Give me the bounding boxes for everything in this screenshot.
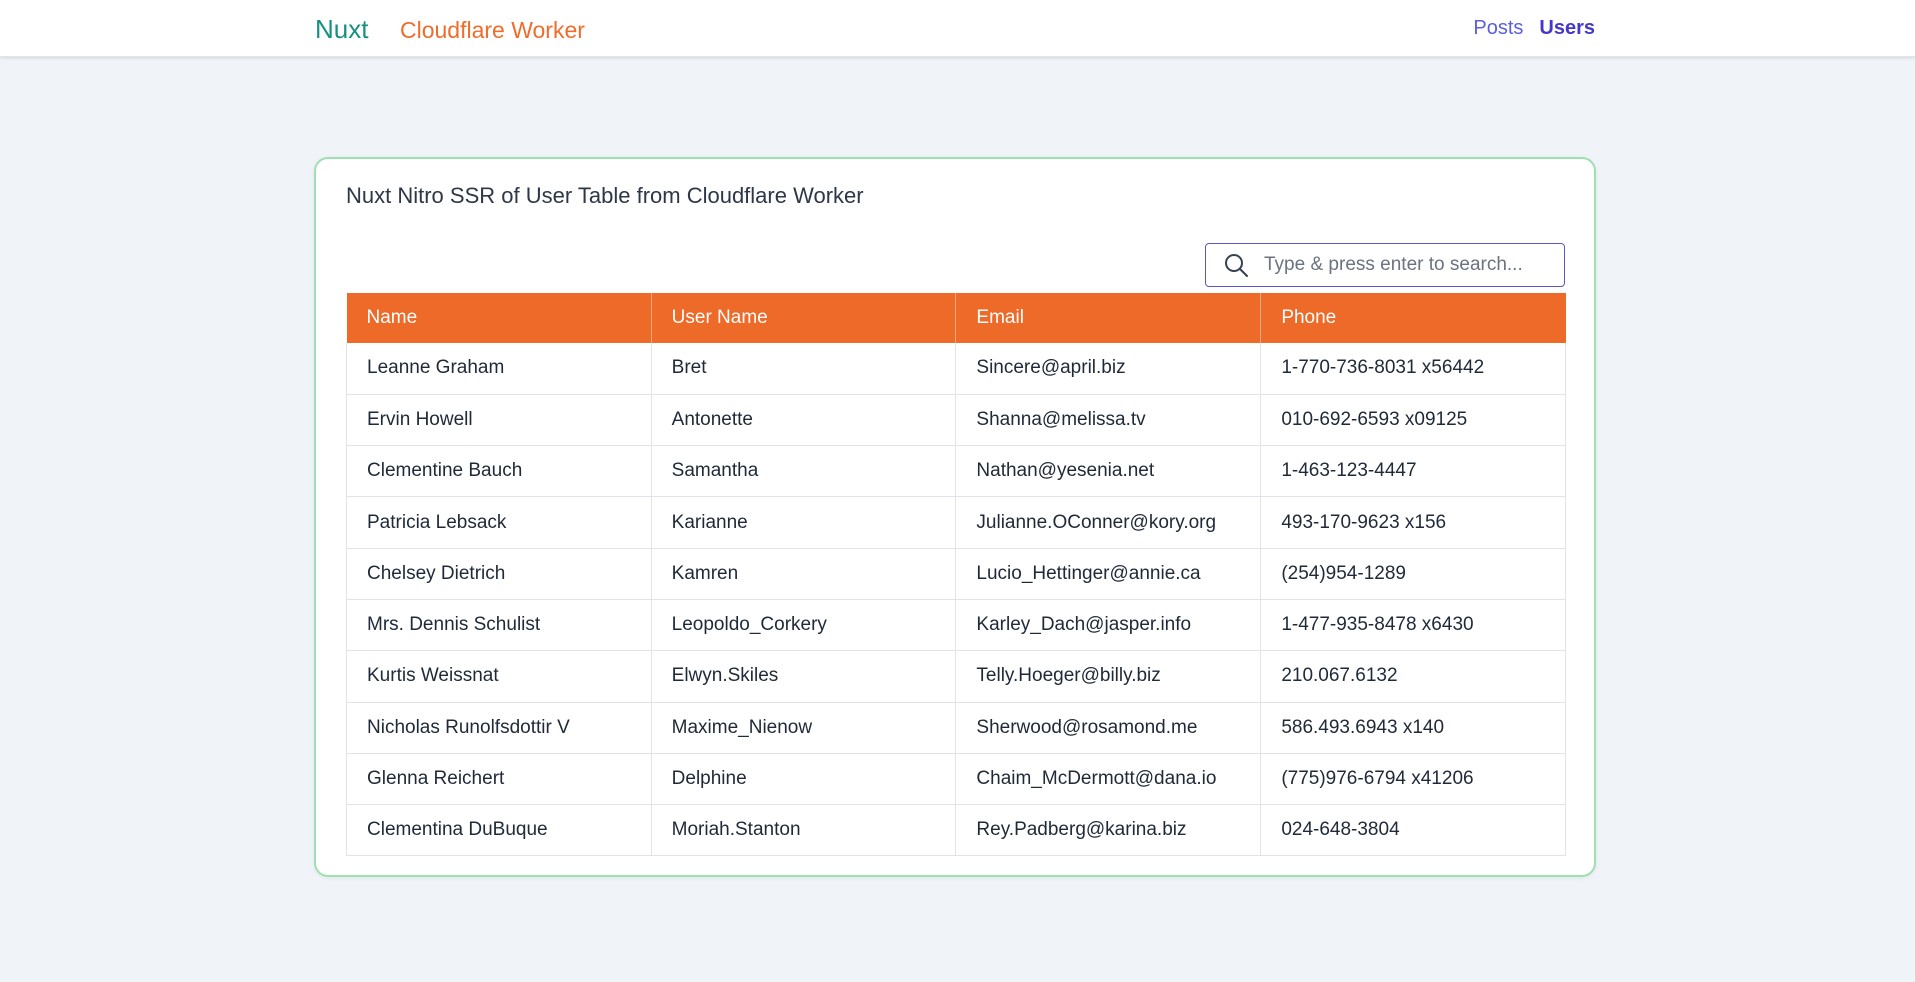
cell-name: Kurtis Weissnat [346, 650, 652, 703]
table-body: Leanne Graham Bret Sincere@april.biz 1-7… [346, 343, 1566, 857]
nuxt-brand-link[interactable]: Nuxt [315, 14, 368, 45]
column-header-name[interactable]: Name [346, 293, 652, 343]
cell-phone: 010-692-6593 x09125 [1260, 394, 1566, 447]
table-row[interactable]: Patricia Lebsack Karianne Julianne.OConn… [346, 496, 1566, 549]
table-row[interactable]: Leanne Graham Bret Sincere@april.biz 1-7… [346, 343, 1566, 395]
cell-username: Maxime_Nienow [651, 702, 957, 754]
cell-username: Moriah.Stanton [651, 804, 957, 857]
cell-phone: (254)954-1289 [1260, 548, 1566, 600]
search-input[interactable] [1262, 253, 1556, 277]
table-row[interactable]: Ervin Howell Antonette Shanna@melissa.tv… [346, 394, 1566, 447]
table-row[interactable]: Chelsey Dietrich Kamren Lucio_Hettinger@… [346, 548, 1566, 600]
cell-username: Samantha [651, 445, 957, 498]
cell-name: Ervin Howell [346, 394, 652, 447]
cell-username: Karianne [651, 496, 957, 549]
cell-phone: 586.493.6943 x140 [1260, 702, 1566, 754]
cell-phone: 024-648-3804 [1260, 804, 1566, 857]
cell-phone: 1-477-935-8478 x6430 [1260, 599, 1566, 652]
users-table: Name User Name Email Phone Leanne Graham… [346, 293, 1566, 857]
cell-username: Kamren [651, 548, 957, 600]
cell-email: Chaim_McDermott@dana.io [955, 753, 1262, 806]
cell-email: Lucio_Hettinger@annie.ca [955, 548, 1262, 600]
cell-username: Antonette [651, 394, 957, 447]
table-row[interactable]: Mrs. Dennis Schulist Leopoldo_Corkery Ka… [346, 599, 1566, 652]
nav-link-posts[interactable]: Posts [1473, 17, 1523, 40]
cell-name: Mrs. Dennis Schulist [346, 599, 652, 652]
cell-name: Glenna Reichert [346, 753, 652, 806]
column-header-email[interactable]: Email [955, 293, 1262, 343]
cell-username: Leopoldo_Corkery [651, 599, 957, 652]
top-navbar: Nuxt Cloudflare Worker Posts Users [0, 0, 1915, 57]
cell-name: Nicholas Runolfsdottir V [346, 702, 652, 754]
cell-email: Rey.Padberg@karina.biz [955, 804, 1262, 857]
users-card: Nuxt Nitro SSR of User Table from Cloudf… [314, 157, 1596, 877]
nav-links: Posts Users [1473, 17, 1595, 40]
cell-phone: (775)976-6794 x41206 [1260, 753, 1566, 806]
column-header-username[interactable]: User Name [651, 293, 957, 343]
cell-phone: 1-463-123-4447 [1260, 445, 1566, 498]
table-row[interactable]: Clementina DuBuque Moriah.Stanton Rey.Pa… [346, 804, 1566, 857]
page-title: Nuxt Nitro SSR of User Table from Cloudf… [346, 183, 864, 208]
table-row[interactable]: Kurtis Weissnat Elwyn.Skiles Telly.Hoege… [346, 650, 1566, 703]
cell-phone: 210.067.6132 [1260, 650, 1566, 703]
column-header-phone[interactable]: Phone [1260, 293, 1566, 343]
table-row[interactable]: Nicholas Runolfsdottir V Maxime_Nienow S… [346, 702, 1566, 754]
search-icon [1222, 251, 1250, 279]
nav-link-users[interactable]: Users [1539, 17, 1595, 40]
table-header-row: Name User Name Email Phone [346, 293, 1566, 343]
cell-name: Clementina DuBuque [346, 804, 652, 857]
cloudflare-worker-brand-link[interactable]: Cloudflare Worker [400, 17, 585, 44]
cell-email: Sherwood@rosamond.me [955, 702, 1262, 754]
cell-phone: 1-770-736-8031 x56442 [1260, 343, 1566, 395]
cell-email: Sincere@april.biz [955, 343, 1262, 395]
search-box[interactable] [1205, 243, 1565, 287]
cell-email: Telly.Hoeger@billy.biz [955, 650, 1262, 703]
cell-username: Elwyn.Skiles [651, 650, 957, 703]
cell-name: Leanne Graham [346, 343, 652, 395]
cell-username: Bret [651, 343, 957, 395]
cell-name: Clementine Bauch [346, 445, 652, 498]
cell-name: Chelsey Dietrich [346, 548, 652, 600]
cell-username: Delphine [651, 753, 957, 806]
cell-email: Shanna@melissa.tv [955, 394, 1262, 447]
table-row[interactable]: Glenna Reichert Delphine Chaim_McDermott… [346, 753, 1566, 806]
cell-name: Patricia Lebsack [346, 496, 652, 549]
cell-email: Karley_Dach@jasper.info [955, 599, 1262, 652]
cell-email: Nathan@yesenia.net [955, 445, 1262, 498]
cell-email: Julianne.OConner@kory.org [955, 496, 1262, 549]
cell-phone: 493-170-9623 x156 [1260, 496, 1566, 549]
table-row[interactable]: Clementine Bauch Samantha Nathan@yesenia… [346, 445, 1566, 498]
